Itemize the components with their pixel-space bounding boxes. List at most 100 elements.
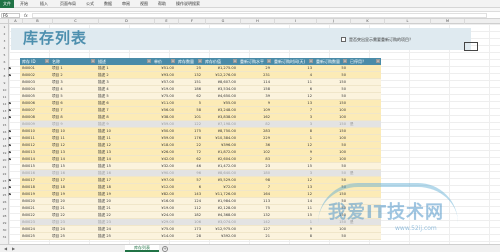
cell-price[interactable]: ¥75.00: [152, 93, 176, 100]
cell-qty[interactable]: 5: [176, 100, 203, 107]
cell-value[interactable]: ¥2,128.00: [203, 205, 238, 212]
selected-cell[interactable]: [464, 42, 478, 51]
cell-name[interactable]: 项目 14: [52, 156, 96, 163]
cell-qty[interactable]: 143: [176, 191, 203, 198]
row-header[interactable]: 10: [0, 87, 9, 94]
cell-value[interactable]: ¥4,368.00: [203, 212, 238, 219]
cell-desc[interactable]: 描述 24: [98, 226, 152, 233]
table-row[interactable]: IN0009 项目 9 描述 9 ¥59.00 122 ¥7,198.00 82 3 150 是: [20, 121, 381, 128]
cell-price[interactable]: ¥24.00: [152, 212, 176, 219]
row-header[interactable]: 28: [0, 213, 9, 220]
cell-value[interactable]: ¥1,872.00: [203, 149, 238, 156]
cell-id[interactable]: IN0004: [22, 86, 50, 93]
cell-level[interactable]: 83: [238, 156, 272, 163]
cell-reorder[interactable]: 150: [314, 128, 348, 135]
cell-id[interactable]: IN0025: [22, 233, 50, 240]
row-header[interactable]: 22: [0, 171, 9, 178]
cell-id[interactable]: IN0010: [22, 128, 50, 135]
cell-discontinued[interactable]: [350, 114, 381, 121]
cell-value[interactable]: ¥3,534.00: [203, 86, 238, 93]
cell-price[interactable]: ¥97.00: [152, 177, 176, 184]
cell-id[interactable]: IN0006: [22, 100, 50, 107]
cell-price[interactable]: ¥50.00: [152, 128, 176, 135]
cell-value[interactable]: ¥3,838.00: [203, 114, 238, 121]
table-row[interactable]: IN0015 项目 15 描述 15 ¥32.00 46 ¥1,472.00 23 15 50: [20, 163, 381, 170]
cell-discontinued[interactable]: [350, 86, 381, 93]
cell-name[interactable]: 项目 18: [52, 184, 96, 191]
cell-level[interactable]: 142: [238, 219, 272, 226]
cell-name[interactable]: 项目 4: [52, 86, 96, 93]
cell-id[interactable]: IN0014: [22, 156, 50, 163]
cell-reorder[interactable]: 150: [314, 121, 348, 128]
cell-price[interactable]: ¥56.00: [152, 107, 176, 114]
cell-name[interactable]: 项目 3: [52, 79, 96, 86]
cell-qty[interactable]: 96: [176, 170, 203, 177]
cell-price[interactable]: ¥82.00: [152, 191, 176, 198]
cell-desc[interactable]: 描述 11: [98, 135, 152, 142]
cell-level[interactable]: 113: [238, 198, 272, 205]
table-row[interactable]: ⚑ IN0007 项目 7 描述 7 ¥56.00 58 ¥3,248.00 109 7 100: [8, 107, 381, 114]
menu-formulas[interactable]: 公式: [86, 0, 94, 8]
file-tab[interactable]: 文件: [0, 0, 14, 8]
cell-reorder[interactable]: 100: [314, 226, 348, 233]
cell-desc[interactable]: 描述 5: [98, 93, 152, 100]
menu-review[interactable]: 审阅: [122, 0, 130, 8]
cell-value[interactable]: ¥3,074.00: [203, 219, 238, 226]
cell-reorder[interactable]: 100: [314, 149, 348, 156]
cell-days[interactable]: 3: [272, 170, 314, 177]
cell-name[interactable]: 项目 12: [52, 142, 96, 149]
cell-level[interactable]: 36: [238, 142, 272, 149]
cell-qty[interactable]: 62: [176, 93, 203, 100]
cell-discontinued[interactable]: [350, 149, 381, 156]
table-row[interactable]: ⚑ IN0018 项目 18 描述 18 ¥12.00 6 ¥72.00 7 13 50: [8, 184, 381, 191]
row-header[interactable]: 6: [0, 59, 9, 66]
cell-reorder[interactable]: 50: [314, 142, 348, 149]
cell-days[interactable]: 3: [272, 121, 314, 128]
cell-name[interactable]: 项目 8: [52, 114, 96, 121]
cell-id[interactable]: IN0009: [22, 121, 50, 128]
cell-level[interactable]: 180: [238, 170, 272, 177]
cell-days[interactable]: 13: [272, 65, 314, 72]
cell-price[interactable]: ¥59.00: [152, 135, 176, 142]
cell-id[interactable]: IN0002: [22, 72, 50, 79]
cell-qty[interactable]: 22: [176, 142, 203, 149]
cell-name[interactable]: 项目 9: [52, 121, 96, 128]
cell-desc[interactable]: 描述 9: [98, 121, 152, 128]
table-row[interactable]: ⚑ IN0011 项目 11 描述 11 ¥59.00 176 ¥10,384.00 229 1…: [8, 135, 381, 142]
cell-desc[interactable]: 描述 16: [98, 170, 152, 177]
cell-value[interactable]: ¥11,726.00: [203, 191, 238, 198]
cell-discontinued[interactable]: 是: [350, 121, 381, 128]
cell-price[interactable]: ¥59.00: [152, 121, 176, 128]
header-qty[interactable]: 库存数量 ▾: [176, 58, 203, 65]
row-header[interactable]: 9: [0, 80, 9, 87]
filter-dropdown-icon[interactable]: ▾: [171, 59, 175, 63]
cell-desc[interactable]: 描述 20: [98, 198, 152, 205]
cell-id[interactable]: IN0017: [22, 177, 50, 184]
cell-level[interactable]: 164: [238, 191, 272, 198]
cell-price[interactable]: ¥18.00: [152, 142, 176, 149]
cell-level[interactable]: 231: [238, 72, 272, 79]
cell-discontinued[interactable]: [350, 135, 381, 142]
cell-discontinued[interactable]: [350, 72, 381, 79]
cell-reorder[interactable]: 100: [314, 107, 348, 114]
cell-days[interactable]: 11: [272, 205, 314, 212]
cell-price[interactable]: ¥38.00: [152, 114, 176, 121]
cell-id[interactable]: IN0023: [22, 219, 50, 226]
filter-dropdown-icon[interactable]: ▾: [198, 59, 202, 63]
cell-reorder[interactable]: 50: [314, 93, 348, 100]
cell-level[interactable]: 9: [238, 100, 272, 107]
table-row[interactable]: ⚑ IN0001 项目 1 描述 1 ¥51.00 25 ¥1,275.00 29 13 50: [8, 65, 381, 72]
cell-id[interactable]: IN0019: [22, 191, 50, 198]
filter-dropdown-icon[interactable]: ▾: [267, 59, 271, 63]
cell-value[interactable]: ¥396.00: [203, 142, 238, 149]
row-header[interactable]: 1: [0, 24, 9, 31]
cell-reorder[interactable]: 150: [314, 79, 348, 86]
table-row[interactable]: ⚑ IN0017 项目 17 描述 17 ¥97.00 57 ¥5,529.00 98 12 50: [8, 177, 381, 184]
cell-days[interactable]: 6: [272, 86, 314, 93]
cell-desc[interactable]: 描述 6: [98, 100, 152, 107]
filter-dropdown-icon[interactable]: ▾: [376, 59, 380, 63]
cell-value[interactable]: ¥10,384.00: [203, 135, 238, 142]
cell-days[interactable]: 12: [272, 142, 314, 149]
row-header[interactable]: 26: [0, 199, 9, 206]
cell-name[interactable]: 项目 24: [52, 226, 96, 233]
